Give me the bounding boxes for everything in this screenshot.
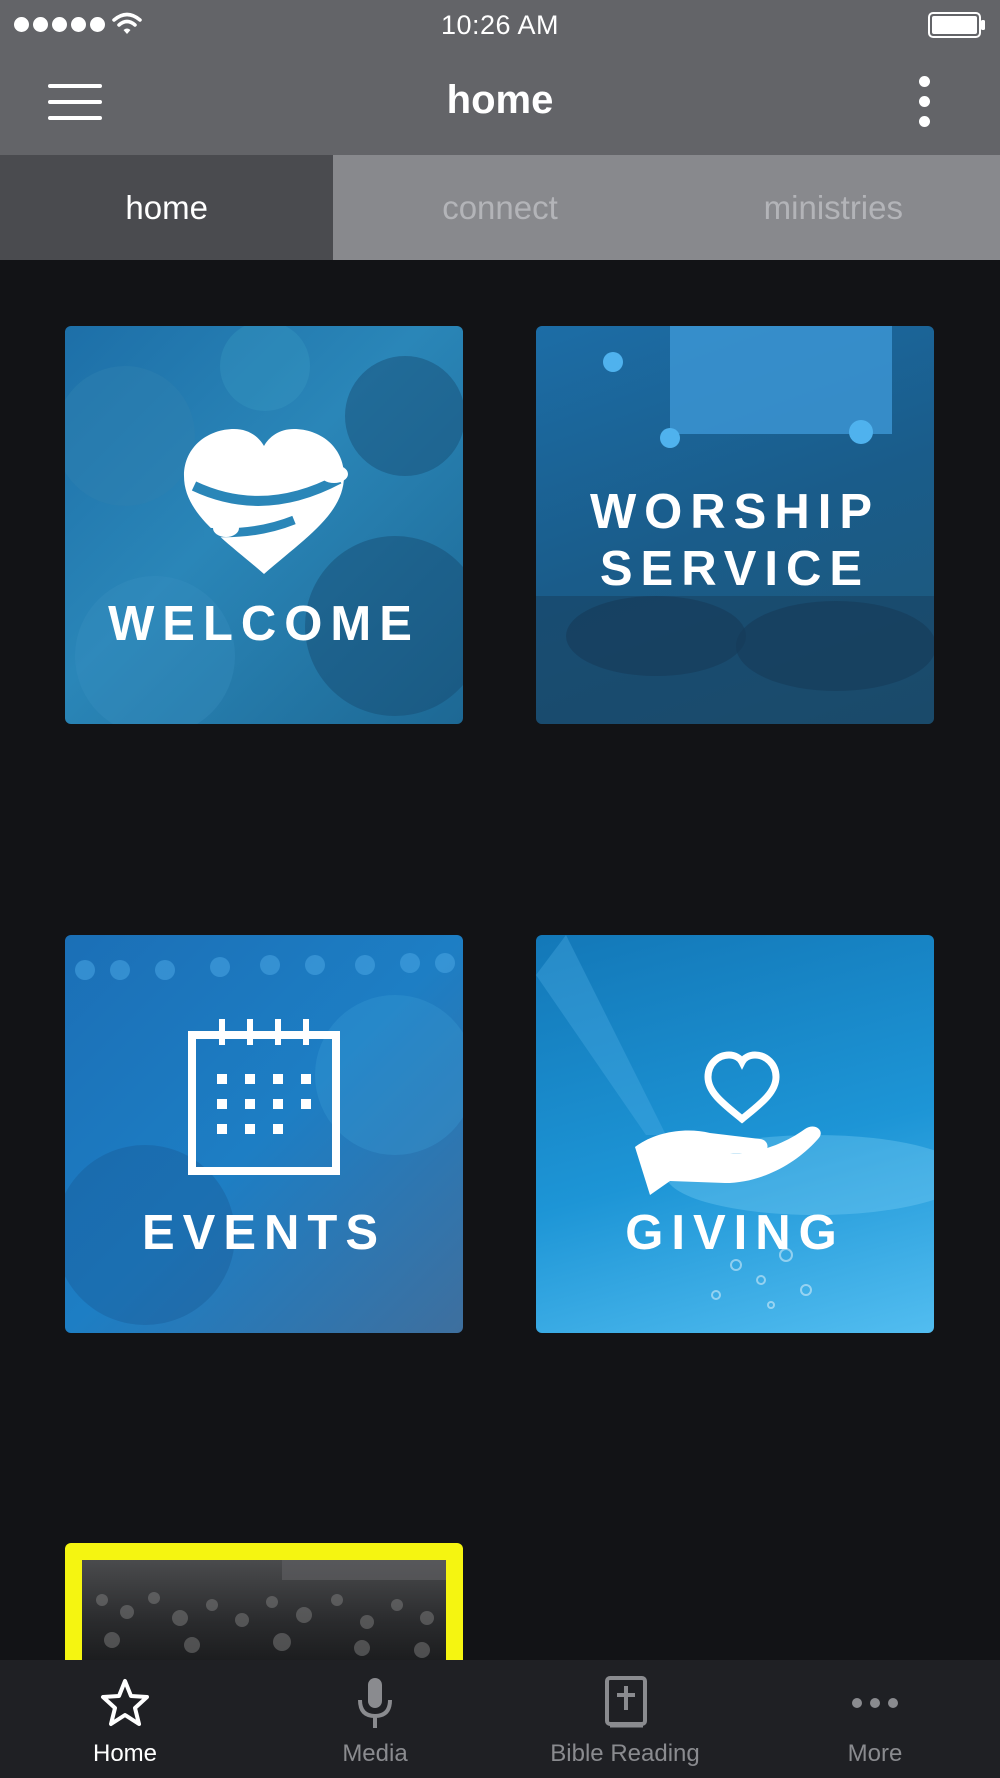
heart-hug-icon — [184, 429, 348, 574]
tab-home[interactable]: home — [0, 155, 334, 260]
bottom-tab-bar: Home Media Bible Reading More — [0, 1660, 1000, 1778]
giving-tile[interactable]: GIVING — [536, 935, 934, 1333]
tab-ministries[interactable]: ministries — [667, 155, 1000, 260]
nav-more[interactable]: More — [750, 1660, 1000, 1778]
nav-media[interactable]: Media — [250, 1660, 500, 1778]
vertical-dots-icon[interactable] — [912, 76, 938, 130]
nav-bible-reading[interactable]: Bible Reading — [500, 1660, 750, 1778]
nav-home[interactable]: Home — [0, 1660, 250, 1778]
worship-background — [536, 326, 934, 724]
page-title: home — [446, 78, 554, 122]
tab-bar: home connect ministries — [0, 155, 1000, 260]
tab-label: ministries — [763, 188, 903, 226]
nav-label: Media — [342, 1740, 408, 1767]
worship-service-tile[interactable]: WORSHIP SERVICE — [536, 326, 934, 724]
status-bar: 10:26 AM — [0, 0, 1000, 50]
heart-in-hand-icon — [635, 1051, 821, 1195]
tab-label: home — [125, 188, 208, 226]
nav-label: More — [847, 1740, 903, 1767]
calendar-icon — [188, 1019, 340, 1175]
hamburger-menu-icon[interactable] — [48, 84, 104, 124]
tab-connect[interactable]: connect — [333, 155, 666, 260]
nav-label: Bible Reading — [550, 1740, 700, 1767]
events-tile[interactable]: EVENTS — [65, 935, 463, 1333]
more-dots-icon — [852, 1698, 898, 1708]
crowd-photo — [96, 1560, 446, 1658]
welcome-tile[interactable]: WELCOME — [65, 326, 463, 724]
featured-tile[interactable] — [65, 1543, 463, 1663]
battery-icon — [928, 12, 985, 38]
bible-icon — [605, 1676, 647, 1728]
status-time: 10:26 AM — [440, 10, 560, 40]
star-icon — [101, 1679, 149, 1726]
nav-label: Home — [92, 1740, 158, 1767]
tab-label: connect — [442, 188, 558, 226]
featured-crowd-image — [82, 1560, 446, 1663]
app-header: home — [0, 50, 1000, 155]
microphone-icon — [358, 1678, 392, 1728]
